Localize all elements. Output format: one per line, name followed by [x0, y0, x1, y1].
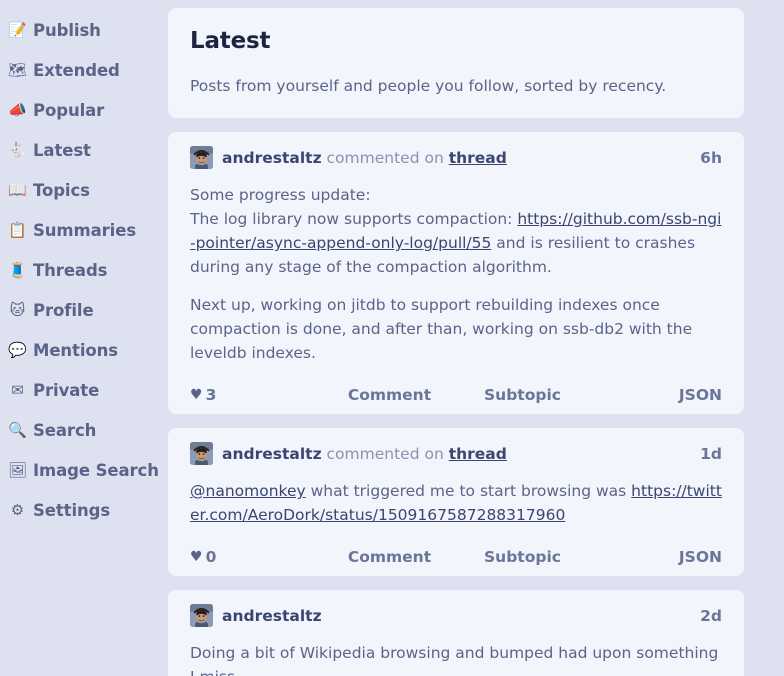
post-byline: andrestaltz commented on thread [222, 445, 507, 463]
sidebar-item-label: Search [33, 420, 97, 440]
post-author-link[interactable]: andrestaltz [222, 607, 322, 625]
post-body: Doing a bit of Wikipedia browsing and bu… [190, 641, 722, 676]
image-search-icon: 🖼 [8, 460, 28, 479]
post-author-link[interactable]: andrestaltz [222, 445, 322, 463]
post-thread-link[interactable]: thread [449, 149, 507, 167]
settings-icon: ⚙ [10, 500, 25, 519]
mentions-icon: 💬 [8, 340, 27, 359]
post-paragraph: Doing a bit of Wikipedia browsing and bu… [190, 641, 722, 676]
sidebar-item-label: Private [33, 380, 100, 400]
post-body: Some progress update: The log library now… [190, 183, 722, 365]
posts-list: andrestaltz commented on thread 6h Some pr… [168, 132, 744, 676]
json-button[interactable]: JSON [589, 548, 722, 566]
sidebar-item-settings[interactable]: ⚙ Settings [0, 490, 168, 530]
post-verb: commented on [321, 148, 449, 167]
post-paragraph: Next up, working on jitdb to support reb… [190, 293, 722, 365]
sidebar-item-latest[interactable]: 🐇 Latest [0, 130, 168, 170]
sidebar-item-profile[interactable]: 🐱 Profile [0, 290, 168, 330]
like-count: 3 [205, 386, 217, 405]
sidebar-item-label: Topics [33, 180, 90, 200]
sidebar-item-search[interactable]: 🔍 Search [0, 410, 168, 450]
json-button[interactable]: JSON [589, 386, 722, 404]
sidebar-item-label: Extended [33, 60, 120, 80]
latest-icon: 🐇 [8, 140, 27, 159]
post-timestamp: 2d [700, 606, 722, 625]
sidebar-item-private[interactable]: ✉ Private [0, 370, 168, 410]
post-card: andrestaltz commented on thread 1d @nanomo… [168, 428, 744, 577]
publish-icon: 📝 [8, 20, 27, 39]
post-body: @nanomonkey what triggered me to start b… [190, 479, 722, 527]
extended-icon: 🗺 [8, 60, 28, 79]
sidebar-item-publish[interactable]: 📝 Publish [0, 10, 168, 50]
sidebar-item-mentions[interactable]: 💬 Mentions [0, 330, 168, 370]
topics-icon: 📖 [8, 180, 27, 199]
post-paragraph: Some progress update: The log library now… [190, 183, 722, 279]
sidebar-item-label: Profile [33, 300, 94, 320]
post-card: andrestaltz commented on thread 6h Some pr… [168, 132, 744, 415]
post-text: Some progress update: [190, 186, 371, 205]
post-header: andrestaltz commented on thread 6h [190, 146, 722, 170]
sidebar-item-extended[interactable]: 🗺 Extended [0, 50, 168, 90]
sidebar-item-image-search[interactable]: 🖼 Image Search [0, 450, 168, 490]
post-mention-link[interactable]: @nanomonkey [190, 482, 306, 500]
private-icon: ✉ [11, 380, 24, 399]
post-timestamp: 1d [700, 444, 722, 463]
sidebar-item-label: Popular [33, 100, 105, 120]
sidebar-item-label: Publish [33, 20, 101, 40]
sidebar-item-label: Latest [33, 140, 91, 160]
sidebar-item-label: Settings [33, 500, 111, 520]
sidebar-item-threads[interactable]: 🧵 Threads [0, 250, 168, 290]
post-action-bar: ♥ 0 Comment Subtopic JSON [190, 547, 722, 567]
subtopic-button[interactable]: Subtopic [456, 386, 589, 404]
post-text: Next up, working on jitdb to support reb… [190, 296, 693, 363]
sidebar-item-label: Threads [33, 260, 108, 280]
page-title: Latest [190, 28, 271, 54]
sidebar-navigation: 📝 Publish 🗺 Extended 📣 Popular 🐇 Latest 📖 Topics 📋… [0, 0, 168, 676]
feed-column: Latest Posts from yourself and people yo… [168, 0, 784, 676]
post-byline: andrestaltz [222, 607, 322, 625]
like-button[interactable]: ♥ 0 [190, 547, 323, 566]
comment-button[interactable]: Comment [323, 386, 456, 404]
post-timestamp: 6h [700, 148, 722, 167]
sidebar-item-label: Mentions [33, 340, 119, 360]
post-thread-link[interactable]: thread [449, 445, 507, 463]
avatar[interactable] [190, 604, 213, 628]
summaries-icon: 📋 [8, 220, 27, 239]
post-author-link[interactable]: andrestaltz [222, 149, 322, 167]
comment-button[interactable]: Comment [323, 548, 456, 566]
like-count: 0 [205, 548, 217, 567]
avatar[interactable] [190, 146, 213, 170]
sidebar-item-topics[interactable]: 📖 Topics [0, 170, 168, 210]
post-text: The log library now supports compaction: [190, 210, 518, 229]
sidebar-item-label: Summaries [33, 220, 137, 240]
like-button[interactable]: ♥ 3 [190, 385, 323, 404]
post-byline: andrestaltz commented on thread [222, 149, 507, 167]
app-root: 📝 Publish 🗺 Extended 📣 Popular 🐇 Latest 📖 Topics 📋… [0, 0, 784, 676]
post-action-bar: ♥ 3 Comment Subtopic JSON [190, 385, 722, 405]
post-verb: commented on [321, 444, 449, 463]
heart-icon: ♥ [190, 387, 203, 404]
post-text: what triggered me to start browsing was [305, 482, 632, 501]
feed-header-card: Latest Posts from yourself and people yo… [168, 8, 744, 119]
sidebar-item-popular[interactable]: 📣 Popular [0, 90, 168, 130]
search-icon: 🔍 [8, 420, 27, 439]
avatar[interactable] [190, 442, 213, 466]
post-card: andrestaltz 2d Doing a bit of Wikipedia br… [168, 590, 744, 676]
post-header: andrestaltz 2d [190, 604, 722, 628]
threads-icon: 🧵 [8, 260, 27, 279]
page-subtitle: Posts from yourself and people you follo… [190, 77, 667, 95]
heart-icon: ♥ [190, 549, 203, 566]
subtopic-button[interactable]: Subtopic [456, 548, 589, 566]
post-paragraph: @nanomonkey what triggered me to start b… [190, 479, 722, 527]
sidebar-item-label: Image Search [33, 460, 159, 480]
sidebar-item-summaries[interactable]: 📋 Summaries [0, 210, 168, 250]
post-text: Doing a bit of Wikipedia browsing and bu… [190, 644, 719, 676]
post-header: andrestaltz commented on thread 1d [190, 442, 722, 466]
popular-icon: 📣 [8, 100, 27, 119]
profile-icon: 🐱 [9, 300, 26, 319]
